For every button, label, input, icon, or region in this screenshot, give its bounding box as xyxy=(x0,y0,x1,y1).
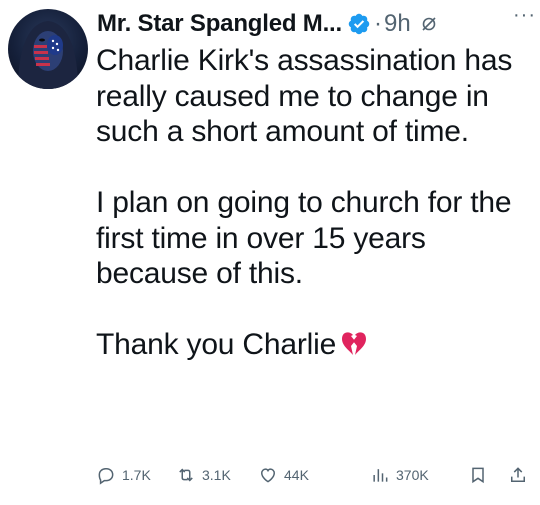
bookmark-button[interactable] xyxy=(468,465,488,485)
repost-icon xyxy=(179,468,193,482)
tweet-text: Charlie Kirk's assassination has really … xyxy=(96,43,532,363)
separator-dot: · xyxy=(373,10,382,37)
tweet-paragraph-2: I plan on going to church for the first … xyxy=(96,186,512,290)
tweet-paragraph-1: Charlie Kirk's assassination has really … xyxy=(96,44,513,148)
views-button[interactable]: 370K xyxy=(370,465,429,485)
reply-button[interactable]: 1.7K xyxy=(96,465,151,485)
more-icon[interactable]: ··· xyxy=(513,4,536,27)
bookmark-icon xyxy=(472,467,484,484)
like-count: 44K xyxy=(284,467,309,483)
timestamp[interactable]: 9h xyxy=(384,10,411,38)
repost-count: 3.1K xyxy=(202,467,231,483)
repost-button[interactable]: 3.1K xyxy=(176,465,231,485)
views-count: 370K xyxy=(396,467,429,483)
like-icon xyxy=(260,468,276,483)
broken-heart-icon xyxy=(342,332,367,355)
views-icon xyxy=(373,469,388,482)
tweet-paragraph-3: Thank you Charlie xyxy=(96,327,532,363)
tweet-header: Mr. Star Spangled M... · 9h xyxy=(97,6,532,42)
like-button[interactable]: 44K xyxy=(258,465,309,485)
verified-badge-icon xyxy=(348,13,370,35)
tweet-paragraph-3-text: Thank you Charlie xyxy=(96,328,337,361)
avatar-image xyxy=(18,21,78,89)
action-bar: 1.7K 3.1K 44K 370K xyxy=(96,462,534,488)
muted-icon xyxy=(422,17,436,31)
share-button[interactable] xyxy=(508,465,528,485)
reply-icon xyxy=(98,468,114,485)
avatar[interactable] xyxy=(8,9,88,89)
share-icon xyxy=(511,467,525,482)
reply-count: 1.7K xyxy=(122,467,151,483)
author-name[interactable]: Mr. Star Spangled M... xyxy=(97,10,342,38)
